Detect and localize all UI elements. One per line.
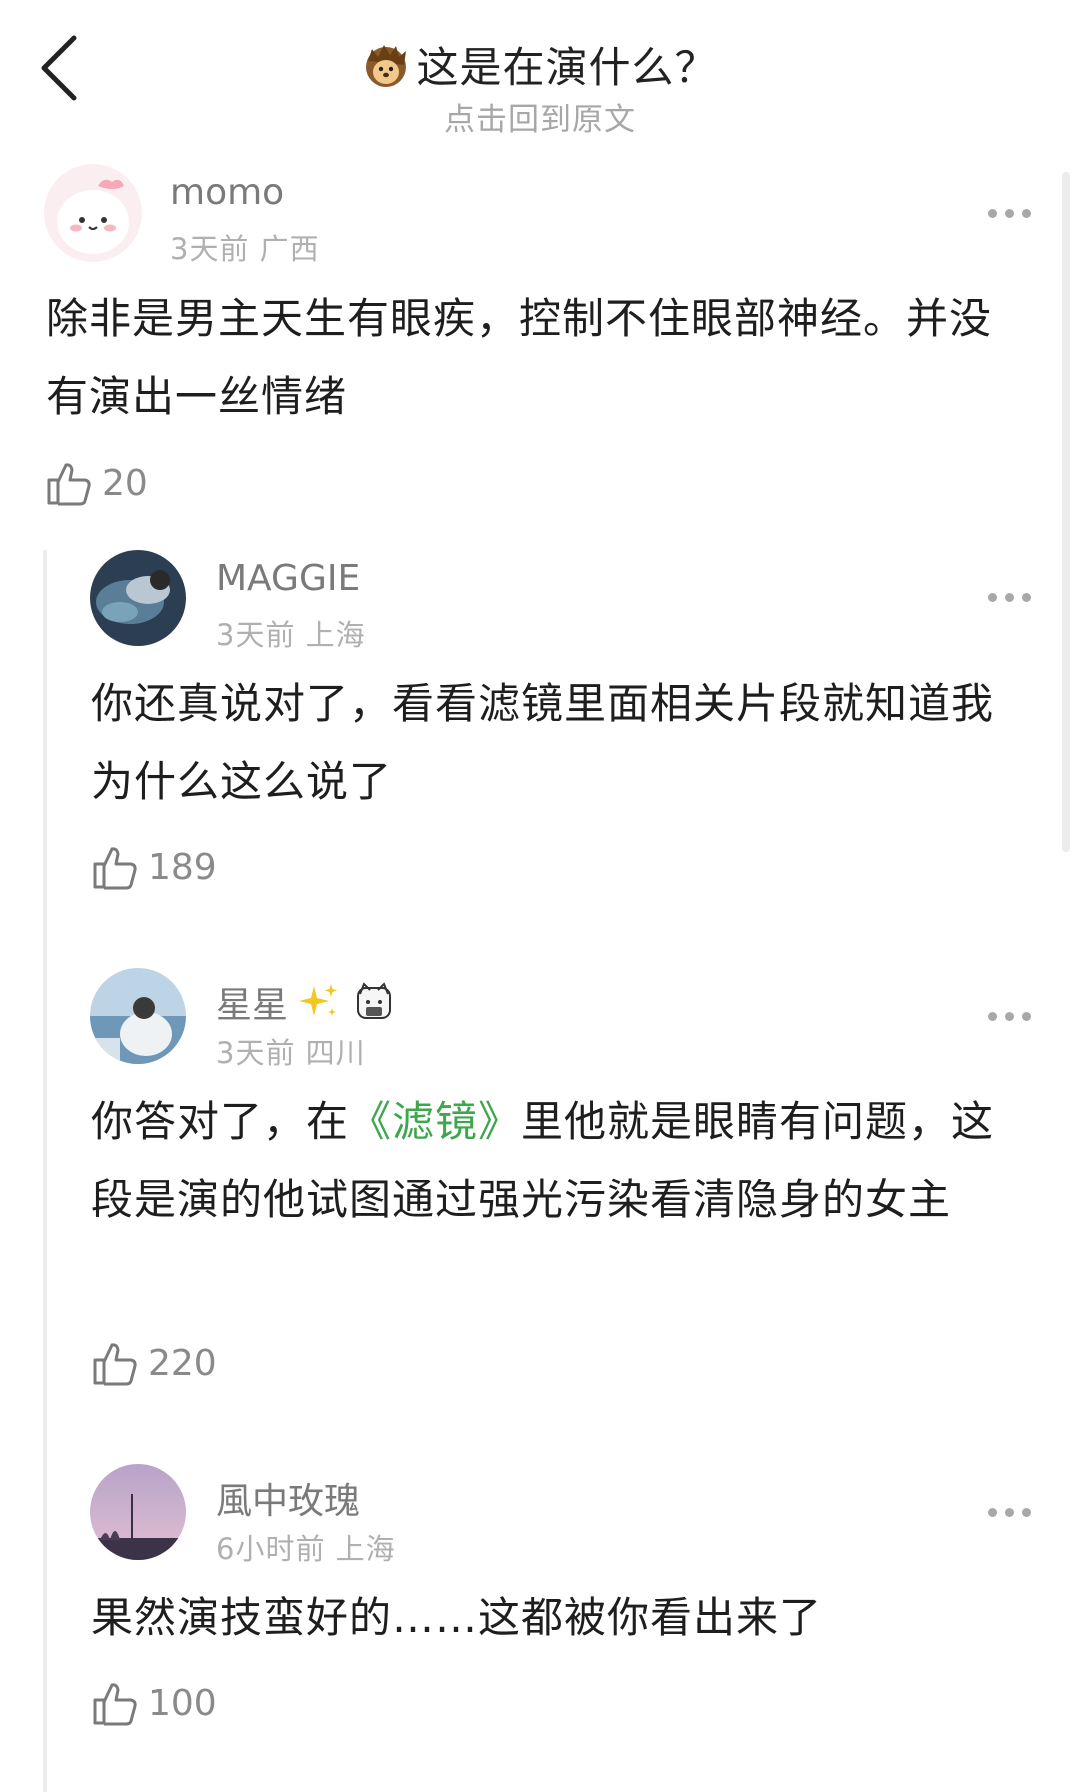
location: 上海 — [305, 618, 366, 652]
title-link[interactable]: 这是在演什么？ — [0, 34, 1080, 95]
comment-body: 你答对了，在《滤镜》里他就是眼睛有问题，这段是演的他试图通过强光污染看清隐身的女… — [91, 1083, 1011, 1239]
comment-text: 你答对了，在 — [91, 1097, 350, 1146]
thumbs-up-icon — [93, 1683, 137, 1726]
hedgehog-emoji-icon — [366, 44, 407, 87]
sparkles-icon — [299, 984, 338, 1016]
like-count: 20 — [102, 462, 148, 504]
location: 广西 — [259, 232, 320, 266]
more-options-button[interactable] — [988, 1506, 1038, 1520]
timestamp: 3天前 — [216, 618, 296, 652]
like-count: 100 — [148, 1682, 217, 1724]
more-options-button[interactable] — [988, 591, 1038, 605]
thumbs-up-icon — [93, 847, 137, 890]
username[interactable]: 星星 — [216, 976, 396, 1028]
page-title: 这是在演什么？ — [416, 43, 718, 92]
like-count: 189 — [148, 846, 217, 888]
like-button[interactable]: 100 — [92, 1678, 217, 1728]
comment-meta: 3天前 四川 — [216, 1030, 366, 1072]
avatar[interactable] — [44, 164, 142, 262]
more-options-button[interactable] — [988, 1010, 1038, 1024]
comment-meta: 3天前 广西 — [170, 226, 320, 268]
timestamp: 3天前 — [170, 232, 250, 266]
thumbs-up-icon — [93, 1343, 137, 1386]
location: 上海 — [335, 1532, 396, 1566]
username[interactable]: MAGGIE — [216, 558, 360, 599]
username-text: 星星 — [216, 985, 289, 1026]
like-button[interactable]: 220 — [92, 1338, 217, 1388]
scrollbar[interactable] — [1062, 172, 1070, 852]
avatar[interactable] — [90, 550, 186, 646]
comment-body: 你还真说对了，看看滤镜里面相关片段就知道我为什么这么说了 — [91, 679, 995, 806]
more-options-button[interactable] — [988, 207, 1038, 221]
like-button[interactable]: 20 — [46, 458, 148, 508]
username[interactable]: 風中玫瑰 — [216, 1472, 360, 1524]
sticker-icon — [357, 982, 392, 1019]
comment-meta: 6小时前 上海 — [216, 1526, 396, 1568]
reply-thread-line — [43, 550, 47, 1792]
topic-link[interactable]: 《滤镜》 — [349, 1097, 521, 1146]
comment-meta: 3天前 上海 — [216, 612, 366, 654]
username[interactable]: momo — [170, 172, 284, 213]
timestamp: 6小时前 — [216, 1532, 326, 1566]
location: 四川 — [305, 1036, 366, 1070]
like-button[interactable]: 189 — [92, 842, 217, 892]
comment-body: 除非是男主天生有眼疾，控制不住眼部神经。并没有演出一丝情绪 — [46, 294, 993, 421]
comment-body: 果然演技蛮好的……这都被你看出来了 — [91, 1593, 823, 1642]
like-count: 220 — [148, 1342, 217, 1384]
timestamp: 3天前 — [216, 1036, 296, 1070]
thumbs-up-icon — [47, 463, 91, 506]
avatar[interactable] — [90, 968, 186, 1064]
back-to-original-link[interactable]: 点击回到原文 — [0, 94, 1080, 139]
avatar[interactable] — [90, 1464, 186, 1560]
top-bar: 这是在演什么？ 点击回到原文 — [0, 0, 1080, 150]
